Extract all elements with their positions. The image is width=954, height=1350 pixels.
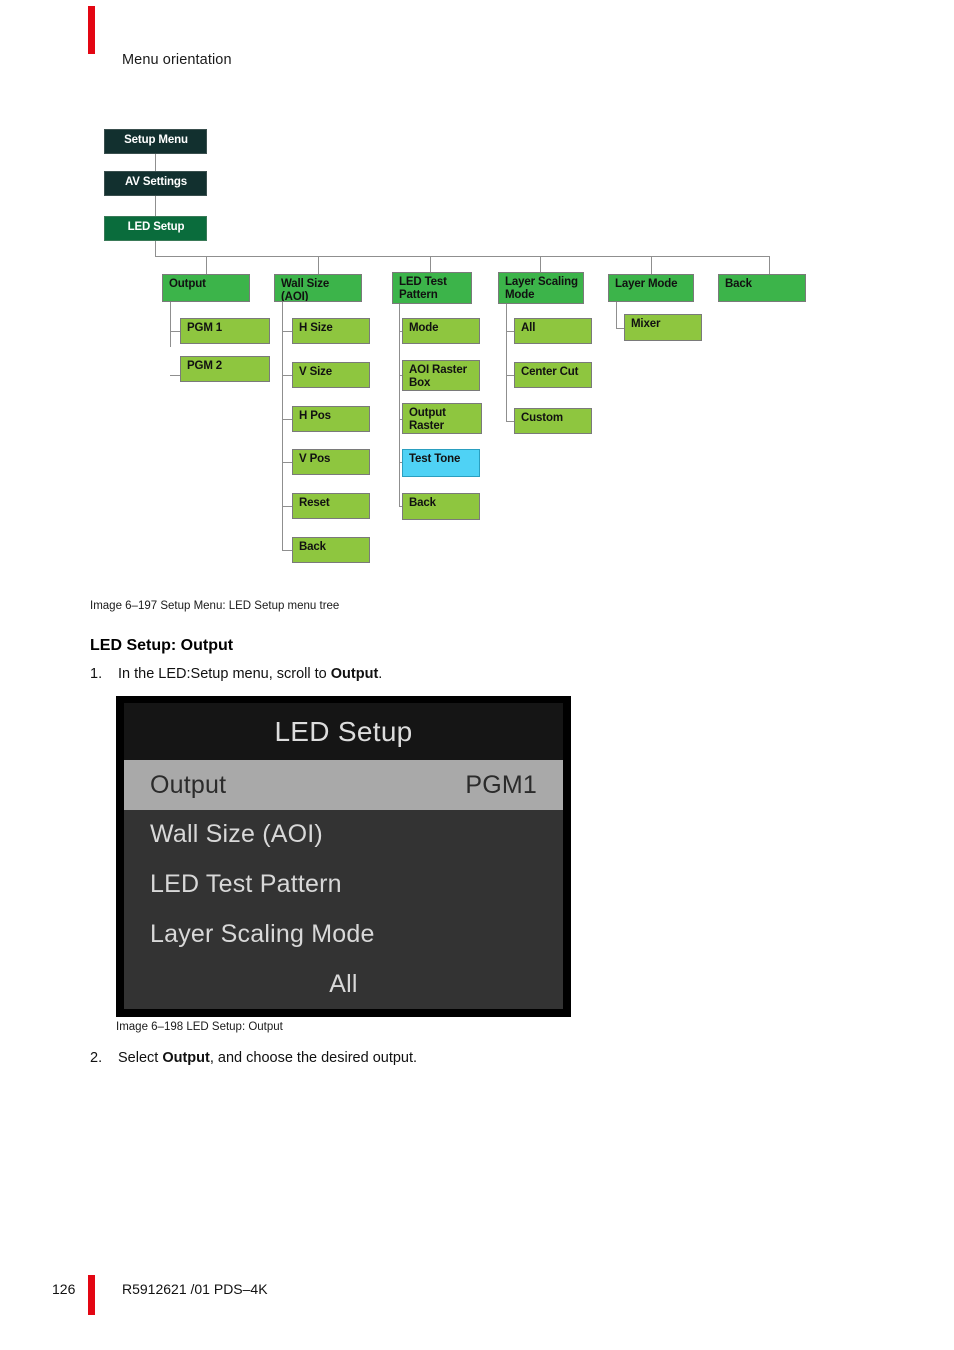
step-item-1: 1. In the LED:Setup menu, scroll to Outp… xyxy=(90,666,590,682)
tree-node-back-root: Back xyxy=(718,274,806,302)
tree-node-reset: Reset xyxy=(292,493,370,519)
tree-node-center-cut: Center Cut xyxy=(514,362,592,388)
footer-page-number: 126 xyxy=(52,1281,76,1297)
tree-node-v-pos: V Pos xyxy=(292,449,370,475)
lcd-screen: LED Setup Output PGM1 Wall Size (AOI) LE… xyxy=(124,703,563,1009)
step-number: 1. xyxy=(90,666,103,682)
lcd-item-label: Wall Size (AOI) xyxy=(150,820,323,849)
figure-1-caption: Image 6–197 Setup Menu: LED Setup menu t… xyxy=(90,600,340,612)
tree-node-output: Output xyxy=(162,274,250,302)
tree-connector xyxy=(616,302,618,329)
tree-node-back-led-test: Back xyxy=(402,493,480,520)
tree-connector xyxy=(282,375,292,377)
footer-document-id: R5912621 /01 PDS–4K xyxy=(122,1281,268,1297)
tree-node-wall-size: Wall Size (AOI) xyxy=(274,274,362,302)
lcd-menu-item-output[interactable]: Output PGM1 xyxy=(124,760,563,810)
tree-connector xyxy=(506,304,508,422)
tree-connector xyxy=(170,375,180,377)
tree-connector xyxy=(282,302,284,550)
lcd-screenshot-figure: LED Setup Output PGM1 Wall Size (AOI) LE… xyxy=(116,696,571,1017)
tree-node-all: All xyxy=(514,318,592,344)
tree-node-h-pos: H Pos xyxy=(292,406,370,432)
lcd-item-value: PGM1 xyxy=(465,770,537,799)
tree-connector xyxy=(282,462,292,464)
tree-node-mode: Mode xyxy=(402,318,480,344)
step-text: In the LED:Setup menu, scroll to Output. xyxy=(118,666,590,682)
tree-connector xyxy=(282,331,292,333)
tree-connector xyxy=(206,256,208,274)
tree-node-h-size: H Size xyxy=(292,318,370,344)
tree-node-led-test-pattern: LED Test Pattern xyxy=(392,272,472,304)
footer-accent-rule xyxy=(88,1275,95,1315)
tree-node-layer-mode: Layer Mode xyxy=(608,274,694,302)
tree-node-test-tone: Test Tone xyxy=(402,449,480,477)
lcd-item-label: Layer Scaling Mode xyxy=(150,919,375,948)
tree-node-output-raster-box: Output Raster Box xyxy=(402,403,482,434)
lcd-item-label: All xyxy=(329,969,358,998)
step-text: Select Output, and choose the desired ou… xyxy=(118,1050,590,1066)
menu-tree-diagram: Setup Menu AV Settings LED Setup Output … xyxy=(0,0,954,600)
lcd-title: LED Setup xyxy=(124,703,563,761)
step-number: 2. xyxy=(90,1050,103,1066)
tree-node-back-wall-size: Back xyxy=(292,537,370,563)
lcd-menu-item-all[interactable]: All xyxy=(124,959,563,1009)
lcd-menu-item-led-test-pattern[interactable]: LED Test Pattern xyxy=(124,860,563,910)
tree-connector xyxy=(651,256,653,274)
tree-node-setup-menu: Setup Menu xyxy=(104,129,207,154)
lcd-menu-item-layer-scaling-mode[interactable]: Layer Scaling Mode xyxy=(124,909,563,959)
tree-connector xyxy=(399,304,401,507)
tree-connector xyxy=(155,154,157,171)
tree-connector-bus xyxy=(155,256,770,258)
tree-connector xyxy=(282,419,292,421)
tree-node-mixer: Mixer xyxy=(624,314,702,341)
tree-connector xyxy=(155,196,157,216)
tree-connector xyxy=(155,241,157,257)
step-text-after: . xyxy=(378,666,383,682)
lcd-menu-item-wall-size[interactable]: Wall Size (AOI) xyxy=(124,810,563,860)
lcd-item-label: Output xyxy=(150,770,227,799)
step-text-bold: Output xyxy=(162,1050,210,1066)
tree-connector xyxy=(282,550,292,552)
step-text-before: Select xyxy=(118,1050,163,1066)
tree-connector xyxy=(282,506,292,508)
tree-node-av-settings: AV Settings xyxy=(104,171,207,196)
tree-node-custom: Custom xyxy=(514,408,592,434)
lcd-item-label: LED Test Pattern xyxy=(150,870,342,899)
tree-node-layer-scaling-mode: Layer Scaling Mode xyxy=(498,272,584,304)
step-text-after: , and choose the desired output. xyxy=(209,1050,418,1066)
figure-2-caption: Image 6–198 LED Setup: Output xyxy=(116,1021,283,1033)
tree-node-v-size: V Size xyxy=(292,362,370,388)
tree-connector xyxy=(318,256,320,274)
step-text-bold: Output xyxy=(330,666,379,682)
tree-node-aoi-raster-box: AOI Raster Box xyxy=(402,360,480,391)
tree-connector xyxy=(769,256,771,274)
tree-connector xyxy=(170,302,172,347)
tree-node-pgm-1: PGM 1 xyxy=(180,318,270,344)
section-heading-led-setup-output: LED Setup: Output xyxy=(90,637,234,654)
step-item-2: 2. Select Output, and choose the desired… xyxy=(90,1050,590,1066)
tree-node-led-setup: LED Setup xyxy=(104,216,207,241)
tree-connector xyxy=(170,331,180,333)
tree-node-pgm-2: PGM 2 xyxy=(180,356,270,382)
step-text-before: In the LED:Setup menu, scroll to xyxy=(118,666,331,682)
